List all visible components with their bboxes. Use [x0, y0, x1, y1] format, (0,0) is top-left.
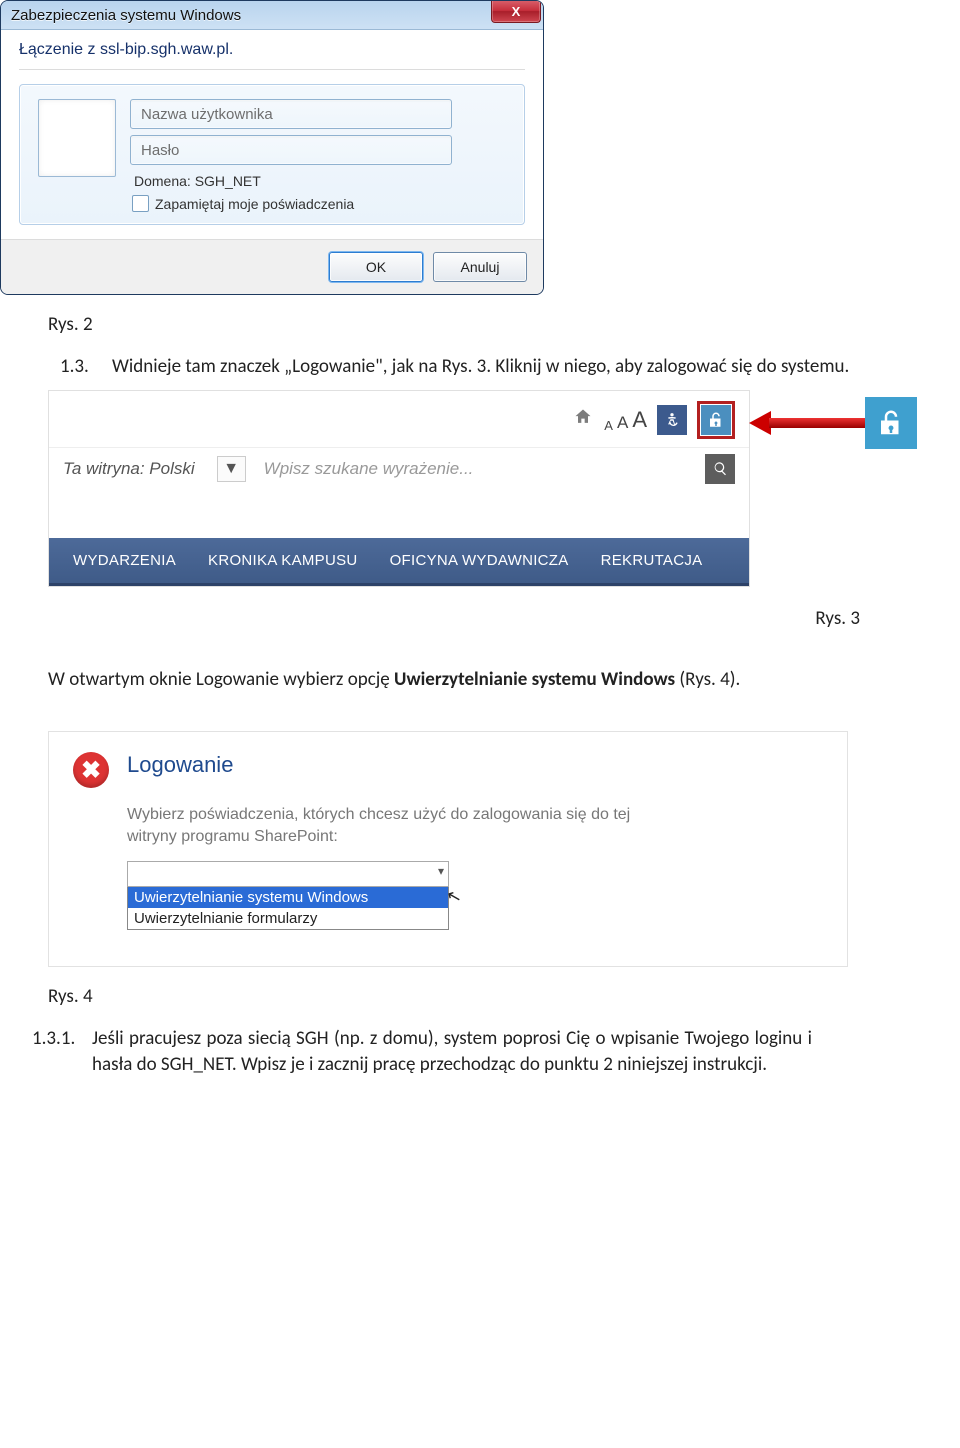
website-toolbar-screenshot: A A A Ta witryna: Polski ▼ Wpisz szukane… — [48, 390, 750, 587]
remember-checkbox[interactable] — [132, 195, 149, 212]
list-item: 1.3.Widnieje tam znaczek „Logowanie", ja… — [112, 354, 852, 380]
ok-button[interactable]: OK — [329, 252, 423, 282]
login-instruction: Wybierz poświadczenia, których chcesz uż… — [127, 804, 657, 847]
nav-item[interactable]: WYDARZENIA — [73, 552, 176, 569]
cancel-button[interactable]: Anuluj — [433, 252, 527, 282]
avatar-placeholder — [38, 99, 116, 177]
auth-option-forms[interactable]: Uwierzytelnianie formularzy — [128, 908, 448, 929]
list-item: 1.3.1.Jeśli pracujesz poza siecią SGH (n… — [92, 1026, 812, 1077]
dialog-titlebar: Zabezpieczenia systemu Windows X — [1, 1, 543, 30]
windows-security-dialog: Zabezpieczenia systemu Windows X Łączeni… — [0, 0, 544, 295]
auth-combobox[interactable] — [127, 861, 449, 887]
home-icon[interactable] — [572, 407, 594, 433]
dialog-subtitle: Łączenie z ssl-bip.sgh.waw.pl. — [19, 41, 525, 59]
accessibility-icon[interactable] — [657, 405, 687, 435]
divider — [19, 69, 525, 70]
language-label: Ta witryna: Polski — [63, 459, 217, 479]
credential-card: Nazwa użytkownika Hasło Domena: SGH_NET … — [19, 84, 525, 225]
domain-label: Domena: SGH_NET — [130, 171, 506, 195]
error-icon: ✖ — [73, 752, 109, 788]
language-dropdown[interactable]: ▼ — [217, 456, 246, 482]
auth-option-windows[interactable]: Uwierzytelnianie systemu Windows — [128, 887, 448, 908]
figure-caption: Rys. 2 — [48, 313, 912, 336]
lock-icon — [865, 397, 917, 449]
login-heading: Logowanie — [127, 752, 823, 778]
figure-caption: Rys. 3 — [0, 601, 960, 648]
search-input[interactable]: Wpisz szukane wyrażenie... — [264, 459, 705, 479]
login-dropdown-screenshot: ✖ Logowanie Wybierz poświadczenia, który… — [48, 731, 848, 967]
close-icon: X — [512, 4, 521, 19]
search-button[interactable] — [705, 454, 735, 484]
auth-dropdown-list: Uwierzytelnianie systemu Windows Uwierzy… — [127, 887, 449, 930]
dialog-title: Zabezpieczenia systemu Windows — [1, 7, 241, 24]
username-input[interactable]: Nazwa użytkownika — [130, 99, 452, 129]
password-input[interactable]: Hasło — [130, 135, 452, 165]
list-number: 1.3. — [60, 354, 112, 380]
callout-arrow — [749, 397, 917, 449]
login-icon[interactable] — [701, 405, 731, 435]
figure-caption: Rys. 4 — [48, 985, 912, 1008]
font-size-selector[interactable]: A A A — [604, 407, 647, 433]
paragraph: W otwartym oknie Logowanie wybierz opcję… — [0, 667, 916, 713]
main-nav: WYDARZENIA KRONIKA KAMPUSU OFICYNA WYDAW… — [49, 538, 749, 586]
nav-item[interactable]: KRONIKA KAMPUSU — [208, 552, 358, 569]
remember-label: Zapamiętaj moje poświadczenia — [155, 196, 354, 212]
nav-item[interactable]: OFICYNA WYDAWNICZA — [390, 552, 569, 569]
login-icon-highlight — [697, 401, 735, 439]
close-button[interactable]: X — [491, 0, 541, 23]
nav-item[interactable]: REKRUTACJA — [601, 552, 703, 569]
list-number: 1.3.1. — [32, 1026, 92, 1052]
